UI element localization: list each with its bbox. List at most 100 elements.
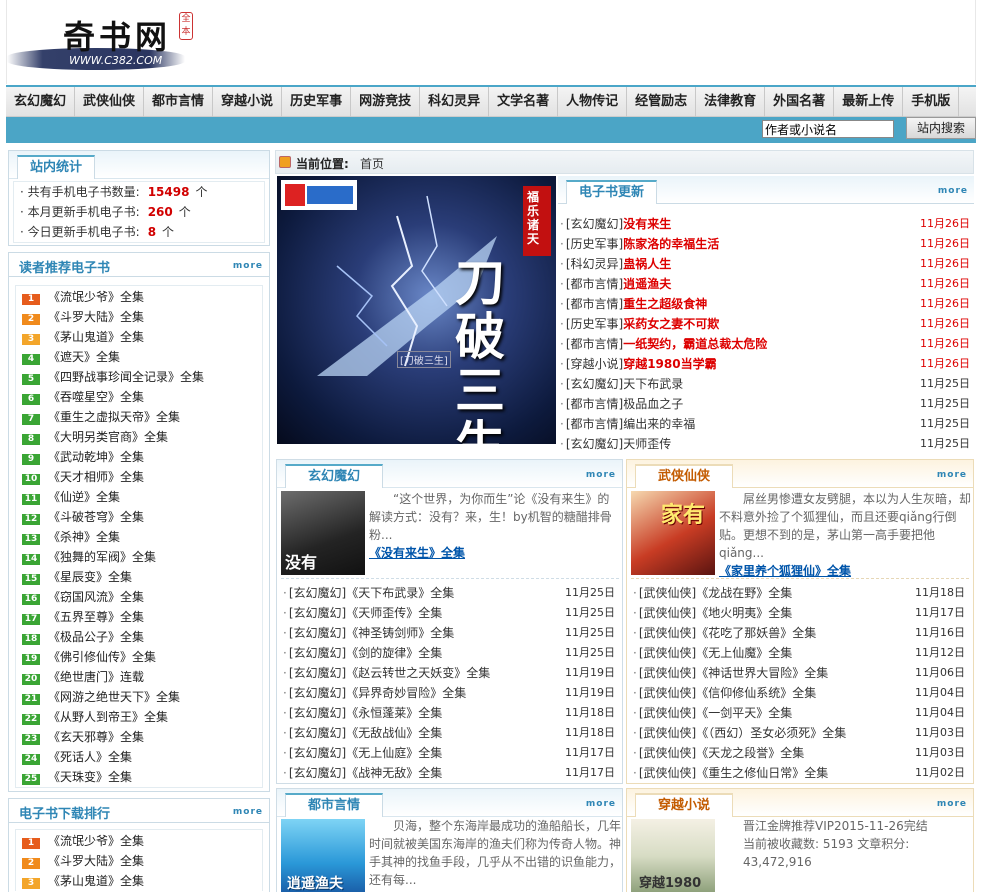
list-category[interactable]: [玄幻魔幻] [289, 586, 346, 600]
update-category[interactable]: [都市言情] [566, 397, 623, 411]
list-category[interactable]: [玄幻魔幻] [289, 646, 346, 660]
update-title[interactable]: 天师歪传 [623, 437, 671, 451]
dushi-cover[interactable]: 逍遥渔夫 [281, 819, 365, 892]
rank-title[interactable]: 《斗罗大陆》全集 [48, 854, 144, 868]
rank-title[interactable]: 《大明另类官商》全集 [48, 430, 168, 444]
list-category[interactable]: [武侠仙侠] [639, 646, 696, 660]
rank-item[interactable]: 20 《绝世唐门》连载 [16, 667, 262, 687]
xuanhuan-cover[interactable]: 没有 [281, 491, 365, 575]
rank-title[interactable]: 《流氓少爷》全集 [48, 834, 144, 848]
rank-title[interactable]: 《茅山鬼道》全集 [48, 874, 144, 888]
rank-title[interactable]: 《天珠变》全集 [48, 770, 132, 784]
rank-title[interactable]: 《仙逆》全集 [48, 490, 120, 504]
rank-item[interactable]: 18 《极品公子》全集 [16, 627, 262, 647]
list-category[interactable]: [玄幻魔幻] [289, 746, 346, 760]
rank-item[interactable]: 16 《窃国风流》全集 [16, 587, 262, 607]
dushi-more[interactable]: more [586, 799, 616, 809]
rank-item[interactable]: 21 《网游之绝世天下》全集 [16, 687, 262, 707]
list-title[interactable]: 《天龙之段誉》全集 [696, 746, 804, 760]
nav-item[interactable]: 玄幻魔幻 [6, 87, 76, 117]
rank-item[interactable]: 3 《茅山鬼道》全集 [16, 871, 262, 891]
update-category[interactable]: [都市言情] [566, 277, 623, 291]
rank-title[interactable]: 《极品公子》全集 [48, 630, 144, 644]
rank-title[interactable]: 《从野人到帝王》全集 [48, 710, 168, 724]
update-title[interactable]: 一纸契约，霸道总裁太危险 [623, 337, 767, 351]
rank-title[interactable]: 《流氓少爷》全集 [48, 290, 144, 304]
rank-title[interactable]: 《佛引修仙传》全集 [48, 650, 156, 664]
nav-item[interactable]: 穿越小说 [213, 87, 283, 117]
banner-cover[interactable]: 福乐诸天 刀破三生 [刀破三生] [277, 176, 556, 444]
list-title[interactable]: 《神话世界大冒险》全集 [696, 666, 828, 680]
rank-item[interactable]: 13 《杀神》全集 [16, 527, 262, 547]
rank-item[interactable]: 9 《武动乾坤》全集 [16, 447, 262, 467]
rank-title[interactable]: 《网游之绝世天下》全集 [48, 690, 180, 704]
list-title[interactable]: 《（西幻）圣女必须死》全集 [696, 726, 846, 740]
update-category[interactable]: [历史军事] [566, 237, 623, 251]
update-category[interactable]: [玄幻魔幻] [566, 377, 623, 391]
rank-item[interactable]: 8 《大明另类官商》全集 [16, 427, 262, 447]
list-title[interactable]: 《永恒蓬莱》全集 [346, 706, 442, 720]
rank-title[interactable]: 《茅山鬼道》全集 [48, 330, 144, 344]
nav-item[interactable]: 历史军事 [282, 87, 352, 117]
nav-item[interactable]: 都市言情 [144, 87, 214, 117]
rank-title[interactable]: 《星辰变》全集 [48, 570, 132, 584]
rank-item[interactable]: 12 《斗破苍穹》全集 [16, 507, 262, 527]
rank-item[interactable]: 3 《茅山鬼道》全集 [16, 327, 262, 347]
list-title[interactable]: 《剑的旋律》全集 [346, 646, 442, 660]
list-category[interactable]: [武侠仙侠] [639, 706, 696, 720]
nav-item[interactable]: 武侠仙侠 [75, 87, 145, 117]
list-category[interactable]: [玄幻魔幻] [289, 706, 346, 720]
rank-item[interactable]: 2 《斗罗大陆》全集 [16, 851, 262, 871]
rank-title[interactable]: 《重生之虚拟天帝》全集 [48, 410, 180, 424]
list-category[interactable]: [玄幻魔幻] [289, 686, 346, 700]
update-title[interactable]: 极品血之子 [623, 397, 683, 411]
rank-item[interactable]: 19 《佛引修仙传》全集 [16, 647, 262, 667]
list-category[interactable]: [武侠仙侠] [639, 726, 696, 740]
list-title[interactable]: 《战神无敌》全集 [346, 766, 442, 780]
list-category[interactable]: [玄幻魔幻] [289, 726, 346, 740]
update-title[interactable]: 蛊祸人生 [623, 257, 671, 271]
list-title[interactable]: 《赵云转世之天妖变》全集 [346, 666, 490, 680]
rank-item[interactable]: 10 《天才相师》全集 [16, 467, 262, 487]
rank-title[interactable]: 《杀神》全集 [48, 530, 120, 544]
updates-more[interactable]: more [938, 186, 968, 196]
list-title[interactable]: 《花吃了那妖兽》全集 [696, 626, 816, 640]
rank-item[interactable]: 5 《四野战事珍闻全记录》全集 [16, 367, 262, 387]
update-title[interactable]: 重生之超级食神 [623, 297, 707, 311]
update-category[interactable]: [穿越小说] [566, 357, 623, 371]
list-title[interactable]: 《天下布武录》全集 [346, 586, 454, 600]
update-title[interactable]: 穿越1980当学霸 [623, 357, 716, 371]
list-category[interactable]: [武侠仙侠] [639, 746, 696, 760]
rank-title[interactable]: 《斗破苍穹》全集 [48, 510, 144, 524]
list-title[interactable]: 《天师歪传》全集 [346, 606, 442, 620]
rank-item[interactable]: 7 《重生之虚拟天帝》全集 [16, 407, 262, 427]
nav-item[interactable]: 人物传记 [558, 87, 628, 117]
update-category[interactable]: [科幻灵异] [566, 257, 623, 271]
rank-item[interactable]: 23 《玄天邪尊》全集 [16, 727, 262, 747]
list-category[interactable]: [武侠仙侠] [639, 766, 696, 780]
list-title[interactable]: 《无敌战仙》全集 [346, 726, 442, 740]
list-category[interactable]: [武侠仙侠] [639, 666, 696, 680]
list-title[interactable]: 《龙战在野》全集 [696, 586, 792, 600]
wuxia-feature-link[interactable]: 《家里养个狐狸仙》全集 [719, 562, 851, 579]
location-home-link[interactable]: 首页 [360, 155, 384, 172]
list-title[interactable]: 《重生之修仙日常》全集 [696, 766, 828, 780]
list-category[interactable]: [武侠仙侠] [639, 606, 696, 620]
update-title[interactable]: 逍遥渔夫 [623, 277, 671, 291]
rank-item[interactable]: 1 《流氓少爷》全集 [16, 831, 262, 851]
rank-title[interactable]: 《吞噬星空》全集 [48, 390, 144, 404]
xuanhuan-more[interactable]: more [586, 470, 616, 480]
list-category[interactable]: [玄幻魔幻] [289, 606, 346, 620]
wuxia-more[interactable]: more [937, 470, 967, 480]
list-category[interactable]: [玄幻魔幻] [289, 666, 346, 680]
rank-title[interactable]: 《武动乾坤》全集 [48, 450, 144, 464]
rank-title[interactable]: 《独舞的军阀》全集 [48, 550, 156, 564]
rank-item[interactable]: 24 《死话人》全集 [16, 747, 262, 767]
list-category[interactable]: [玄幻魔幻] [289, 626, 346, 640]
list-title[interactable]: 《地火明夷》全集 [696, 606, 792, 620]
update-category[interactable]: [都市言情] [566, 337, 623, 351]
nav-item[interactable]: 法律教育 [696, 87, 766, 117]
wuxia-cover[interactable]: 家有 [631, 491, 715, 575]
list-title[interactable]: 《神圣铸剑师》全集 [346, 626, 454, 640]
update-category[interactable]: [历史军事] [566, 317, 623, 331]
